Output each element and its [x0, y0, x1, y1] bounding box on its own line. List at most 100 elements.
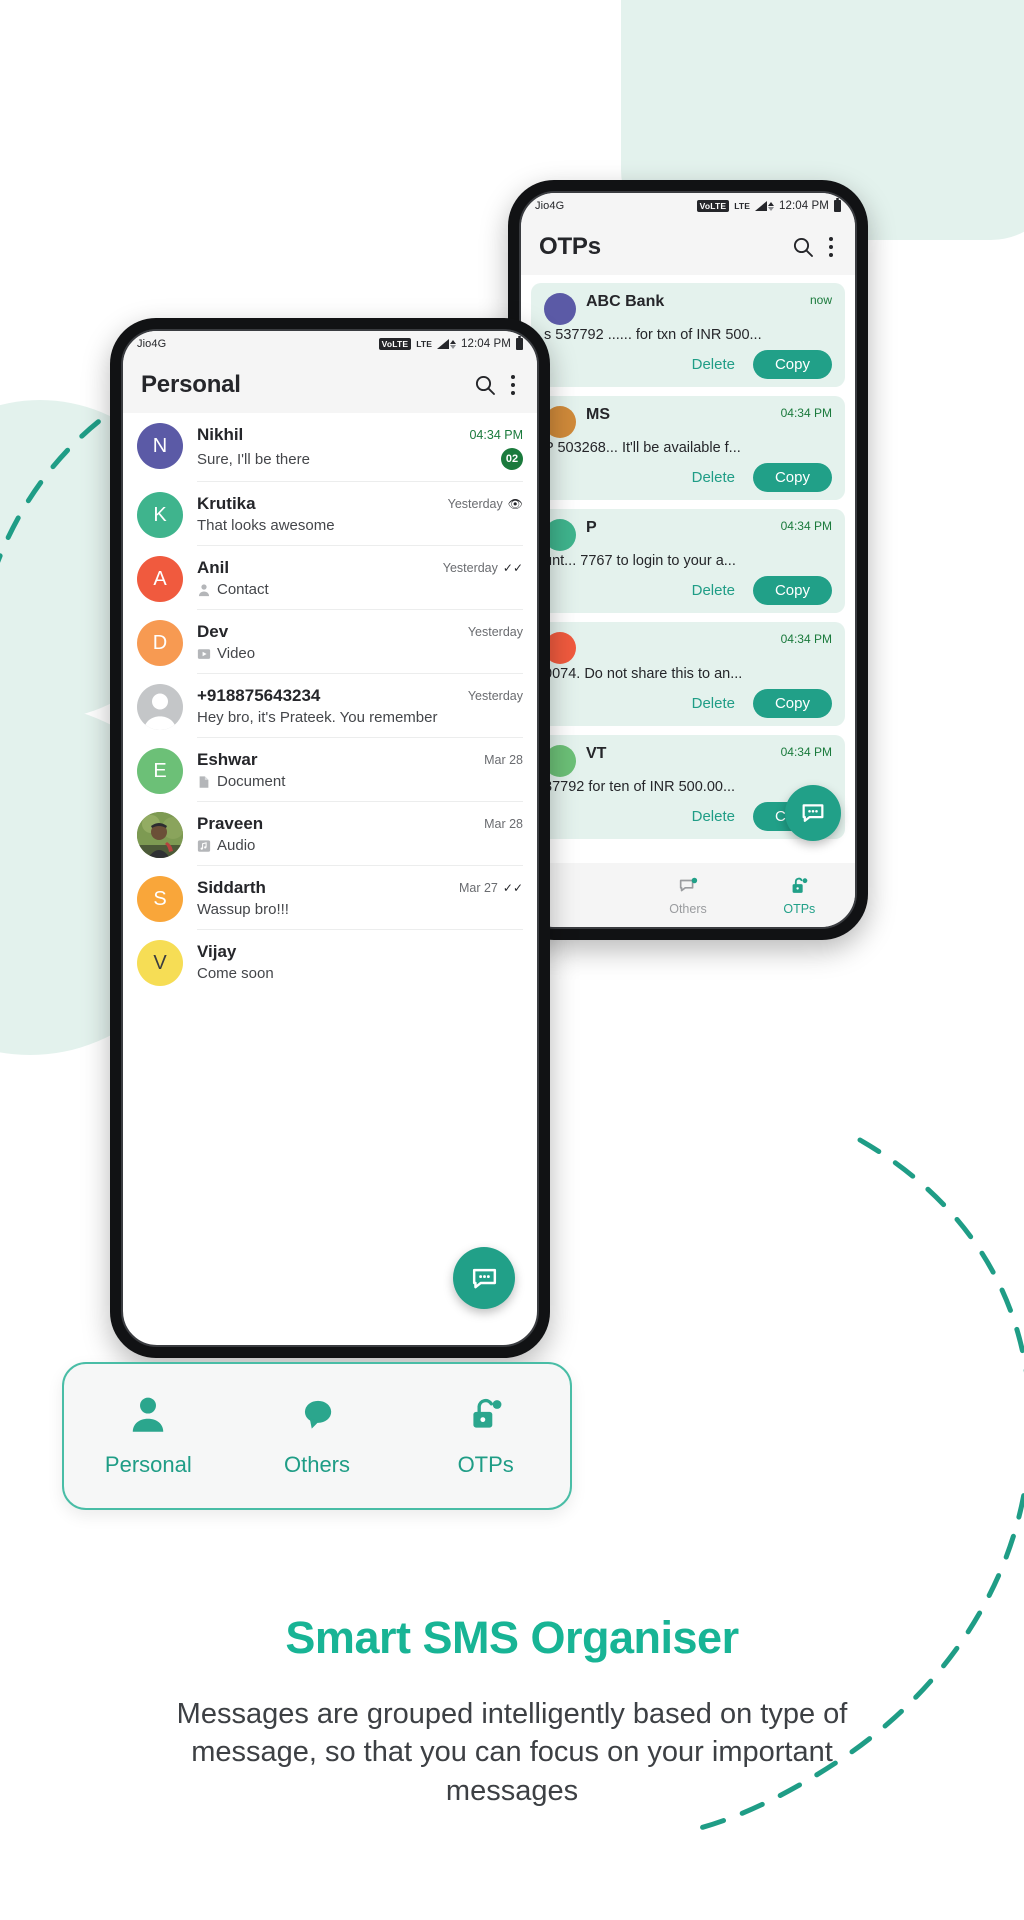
nav-item-others[interactable]: Others: [233, 1394, 402, 1478]
otp-card[interactable]: ABC Bank now s 537792 ...... for txn of …: [531, 283, 845, 387]
list-item[interactable]: A Anil Yesterday ✓✓ Contact: [123, 546, 537, 610]
avatar: [137, 812, 183, 858]
message-preview: Video: [217, 645, 256, 662]
message-preview: Wassup bro!!!: [197, 901, 289, 918]
timestamp: Yesterday: [467, 625, 523, 639]
contact-name: Krutika: [197, 494, 256, 513]
list-item[interactable]: +918875643234 Yesterday Hey bro, it's Pr…: [123, 674, 537, 738]
unlock-icon: [473, 1398, 502, 1428]
contact-name: Nikhil: [197, 425, 244, 444]
list-item[interactable]: N Nikhil 04:34 PM Sure, I'll be there 02: [123, 413, 537, 482]
list-item[interactable]: Praveen Mar 28 Audio: [123, 802, 537, 866]
avatar: [137, 684, 183, 730]
contact-name: Dev: [197, 622, 229, 641]
otp-sender: P: [586, 519, 597, 536]
otps-bottom-nav: Others OTPs: [521, 863, 855, 927]
chat-list: N Nikhil 04:34 PM Sure, I'll be there 02: [123, 413, 537, 993]
otp-message: unt... 7767 to login to your a...: [544, 553, 736, 569]
otps-app-bar: OTPs: [521, 219, 855, 275]
personal-phone-mockup: Jio4G VoLTE LTE 12:04 PM Personal N Nikh…: [110, 318, 550, 1358]
list-item[interactable]: S Siddarth Mar 27 ✓✓ Wassup bro!!!: [123, 866, 537, 930]
otp-sender: VT: [586, 745, 607, 762]
headline: Smart SMS Organiser: [285, 1612, 739, 1663]
contact-name: Anil: [197, 558, 230, 577]
otp-message: s 537792 ...... for txn of INR 500...: [544, 327, 762, 343]
audio-attachment-icon: [197, 839, 211, 852]
avatar: N: [137, 423, 183, 469]
message-preview: Sure, I'll be there: [197, 450, 310, 468]
delete-button[interactable]: Delete: [686, 804, 741, 829]
search-icon[interactable]: [791, 235, 815, 259]
avatar: V: [137, 940, 183, 986]
search-icon[interactable]: [473, 373, 497, 397]
bottom-navigation-bar: Personal Others OTPs: [62, 1362, 572, 1510]
page-title: OTPs: [539, 233, 601, 260]
copy-button[interactable]: Copy: [752, 463, 832, 492]
message-preview: Hey bro, it's Prateek. You remember: [197, 709, 438, 726]
otp-time: now: [809, 293, 832, 307]
contact-attachment-icon: [198, 583, 210, 596]
otp-time: 04:34 PM: [780, 406, 832, 420]
contact-name: Eshwar: [197, 750, 258, 769]
avatar-initial: S: [153, 887, 167, 910]
timestamp: Mar 28: [484, 817, 523, 831]
chat-bubble-icon: [304, 1400, 332, 1429]
list-item[interactable]: K Krutika Yesterday 👁 That looks awesome: [123, 482, 537, 546]
clock-label: 12:04 PM: [778, 200, 829, 212]
status-bar: Jio4G VoLTE LTE 12:04 PM: [123, 331, 537, 357]
compose-fab[interactable]: [453, 1247, 515, 1309]
otp-card[interactable]: 04:34 PM 0074. Do not share this to an..…: [531, 622, 845, 726]
double-check-icon: ✓✓: [502, 561, 523, 575]
message-preview: Document: [217, 773, 286, 790]
timestamp: Yesterday: [467, 689, 523, 703]
default-avatar-icon: [144, 693, 176, 730]
list-item[interactable]: V Vijay Come soon: [123, 930, 537, 993]
avatar: S: [137, 876, 183, 922]
otp-card[interactable]: MS 04:34 PM P 503268... It'll be availab…: [531, 396, 845, 500]
contact-name: Vijay: [197, 942, 237, 961]
avatar: K: [137, 492, 183, 538]
delete-button[interactable]: Delete: [686, 352, 741, 377]
subcopy: Messages are grouped intelligently based…: [176, 1698, 848, 1807]
volte-badge: VoLTE: [378, 338, 412, 350]
chat-bubble-outline-icon: [679, 877, 698, 891]
list-item[interactable]: E Eshwar Mar 28 Document: [123, 738, 537, 802]
copy-button[interactable]: Copy: [752, 576, 832, 605]
avatar: E: [137, 748, 183, 794]
status-bar: Jio4G VoLTE LTE 12:04 PM: [521, 193, 855, 219]
message-preview: Audio: [217, 837, 256, 854]
nav-label-otps: OTPs: [783, 901, 816, 916]
copy-button[interactable]: Copy: [752, 689, 832, 718]
nav-item-personal[interactable]: Personal: [64, 1394, 233, 1478]
timestamp: Yesterday: [442, 561, 498, 575]
contact-name: +918875643234: [197, 686, 321, 705]
overflow-menu-icon[interactable]: [825, 236, 837, 258]
nav-item-otps[interactable]: OTPs: [744, 875, 855, 916]
list-item[interactable]: D Dev Yesterday Video: [123, 610, 537, 674]
delete-button[interactable]: Delete: [686, 465, 741, 490]
contact-name: Praveen: [197, 814, 264, 833]
message-preview: That looks awesome: [197, 517, 335, 534]
nav-item-otps[interactable]: OTPs: [401, 1394, 570, 1478]
compose-fab[interactable]: [785, 785, 841, 841]
avatar-photo: [137, 812, 183, 858]
volte-badge: VoLTE: [696, 200, 730, 212]
otps-phone-mockup: Jio4G VoLTE LTE 12:04 PM OTPs ABC Bank n…: [508, 180, 868, 940]
avatar: D: [137, 620, 183, 666]
carrier-label: Jio4G: [137, 338, 167, 350]
chat-bubble-icon: [802, 804, 824, 822]
otp-time: 04:34 PM: [780, 519, 832, 533]
avatar-initial: N: [152, 434, 168, 457]
nav-label-otps: OTPs: [457, 1452, 514, 1477]
otp-message: 0074. Do not share this to an...: [544, 666, 743, 682]
otp-card[interactable]: P 04:34 PM unt... 7767 to login to your …: [531, 509, 845, 613]
delete-button[interactable]: Delete: [686, 691, 741, 716]
signal-icon: [436, 339, 456, 349]
copy-button[interactable]: Copy: [752, 350, 832, 379]
avatar: [544, 293, 576, 325]
nav-label-others: Others: [669, 901, 707, 916]
delete-button[interactable]: Delete: [686, 578, 741, 603]
nav-label-personal: Personal: [104, 1452, 192, 1477]
overflow-menu-icon[interactable]: [507, 374, 519, 396]
nav-item-others[interactable]: Others: [632, 875, 743, 916]
